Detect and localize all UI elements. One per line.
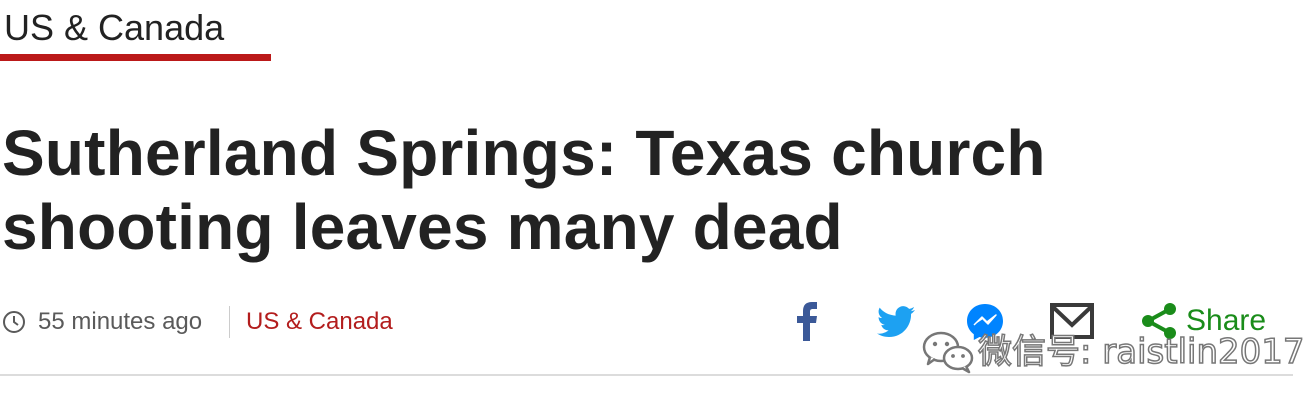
section-nav-underline xyxy=(0,54,271,61)
article-headline: Sutherland Springs: Texas church shootin… xyxy=(2,117,1046,263)
article-section-link[interactable]: US & Canada xyxy=(246,307,393,337)
section-nav: US & Canada xyxy=(2,6,224,50)
twitter-share-button[interactable] xyxy=(877,306,915,338)
facebook-share-button[interactable] xyxy=(793,301,821,341)
facebook-icon xyxy=(797,302,817,341)
article-meta: 55 minutes ago US & Canada xyxy=(0,300,760,344)
section-nav-link[interactable]: US & Canada xyxy=(2,6,224,50)
article-timestamp: 55 minutes ago xyxy=(38,308,203,335)
twitter-icon xyxy=(877,306,915,338)
watermark: 微信号: raistlin2017 xyxy=(920,328,1305,376)
watermark-text: 微信号: raistlin2017 xyxy=(977,331,1305,373)
wechat-logo-icon xyxy=(922,331,974,374)
clock-icon xyxy=(3,311,25,333)
meta-divider xyxy=(229,306,230,338)
